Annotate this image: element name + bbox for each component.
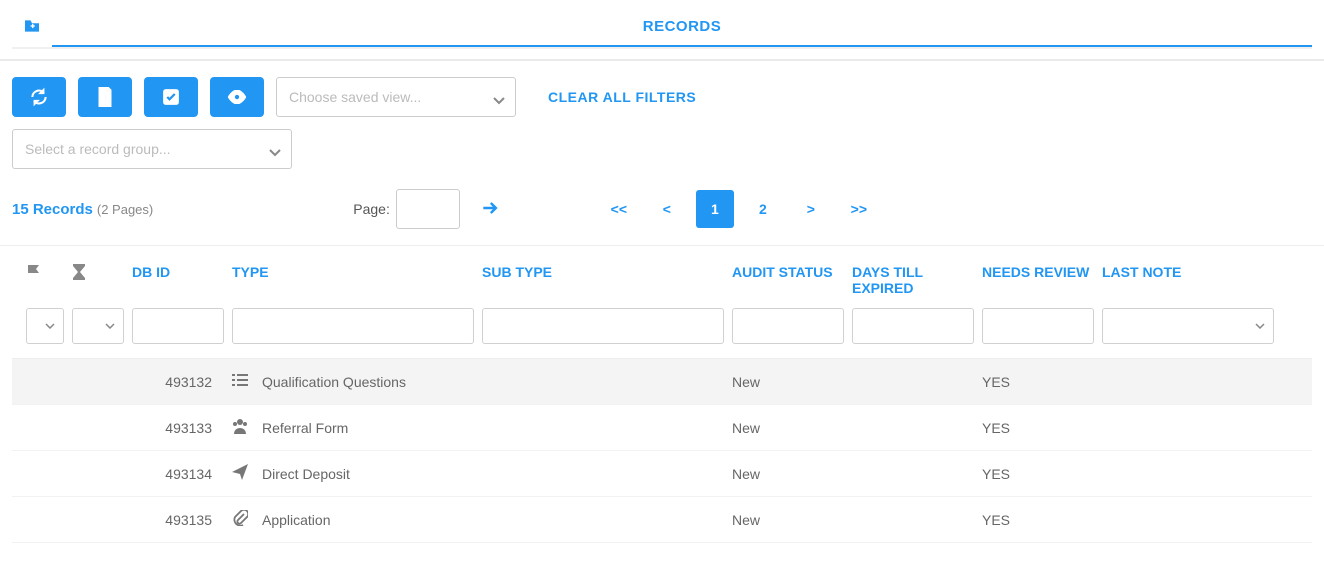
table-row[interactable]: 493133 Referral Form New YES — [12, 405, 1312, 451]
cell-audit: New — [732, 420, 852, 436]
table-row[interactable]: 493132 Qualification Questions New YES — [12, 359, 1312, 405]
list-icon — [232, 373, 248, 390]
cell-dbid: 493134 — [132, 466, 232, 482]
cell-type: Qualification Questions — [262, 374, 406, 390]
cell-audit: New — [732, 512, 852, 528]
column-dbid[interactable]: DB ID — [132, 264, 232, 280]
pager-next[interactable]: > — [792, 190, 830, 228]
clear-filters-button[interactable]: CLEAR ALL FILTERS — [548, 89, 696, 105]
eye-icon — [226, 90, 248, 104]
page-input[interactable] — [396, 189, 460, 229]
checkbox-icon — [162, 88, 180, 106]
flag-icon[interactable] — [26, 264, 42, 282]
cell-needs: YES — [982, 512, 1102, 528]
table-row[interactable]: 493135 Application New YES — [12, 497, 1312, 543]
filter-audit[interactable] — [732, 308, 844, 344]
cell-dbid: 493135 — [132, 512, 232, 528]
pager-last[interactable]: >> — [840, 190, 878, 228]
pager-page-1[interactable]: 1 — [696, 190, 734, 228]
hourglass-icon[interactable] — [72, 264, 86, 282]
refresh-button[interactable] — [12, 77, 66, 117]
cell-type: Direct Deposit — [262, 466, 350, 482]
filter-hourglass[interactable] — [72, 308, 124, 344]
cell-audit: New — [732, 374, 852, 390]
refresh-icon — [29, 87, 49, 107]
cell-dbid: 493132 — [132, 374, 232, 390]
cell-dbid: 493133 — [132, 420, 232, 436]
pager-page-2[interactable]: 2 — [744, 190, 782, 228]
clip-icon — [232, 510, 248, 529]
arrow-right-icon — [480, 198, 500, 218]
pager-prev[interactable]: < — [648, 190, 686, 228]
record-group-dropdown[interactable]: Select a record group... — [12, 129, 292, 169]
folder-plus-icon — [23, 19, 41, 33]
filter-days[interactable] — [852, 308, 974, 344]
view-button[interactable] — [210, 77, 264, 117]
filter-subtype[interactable] — [482, 308, 724, 344]
filter-type[interactable] — [232, 308, 474, 344]
page-label: Page: — [353, 201, 390, 217]
chevron-down-icon — [105, 323, 115, 329]
column-type[interactable]: TYPE — [232, 264, 482, 280]
chevron-down-icon — [1255, 323, 1265, 329]
saved-view-placeholder: Choose saved view... — [289, 89, 421, 105]
column-days[interactable]: DAYS TILL EXPIRED — [852, 264, 982, 296]
chevron-down-icon — [269, 149, 281, 157]
file-export-icon: X — [97, 87, 113, 107]
records-count: 15 Records — [12, 201, 93, 218]
filter-dbid[interactable] — [132, 308, 224, 344]
send-icon — [232, 464, 248, 483]
pager-first[interactable]: << — [600, 190, 638, 228]
filter-flag[interactable] — [26, 308, 64, 344]
column-needs[interactable]: NEEDS REVIEW — [982, 264, 1102, 280]
saved-view-dropdown[interactable]: Choose saved view... — [276, 77, 516, 117]
column-subtype[interactable]: SUB TYPE — [482, 264, 732, 280]
column-audit[interactable]: AUDIT STATUS — [732, 264, 852, 280]
people-icon — [232, 418, 248, 437]
cell-type: Application — [262, 512, 331, 528]
filter-needs[interactable] — [982, 308, 1094, 344]
filter-last[interactable] — [1102, 308, 1274, 344]
tab-records[interactable]: RECORDS — [52, 8, 1312, 47]
cell-audit: New — [732, 466, 852, 482]
cell-type: Referral Form — [262, 420, 348, 436]
cell-needs: YES — [982, 466, 1102, 482]
cell-needs: YES — [982, 374, 1102, 390]
export-button[interactable]: X — [78, 77, 132, 117]
approve-button[interactable] — [144, 77, 198, 117]
record-group-placeholder: Select a record group... — [25, 141, 171, 157]
column-last[interactable]: LAST NOTE — [1102, 264, 1282, 280]
add-tab-button[interactable] — [12, 8, 52, 44]
table-row[interactable]: 493134 Direct Deposit New YES — [12, 451, 1312, 497]
cell-needs: YES — [982, 420, 1102, 436]
pages-count: (2 Pages) — [97, 202, 153, 217]
chevron-down-icon — [45, 323, 55, 329]
svg-text:X: X — [102, 94, 108, 103]
go-button[interactable] — [480, 198, 500, 221]
chevron-down-icon — [493, 97, 505, 105]
